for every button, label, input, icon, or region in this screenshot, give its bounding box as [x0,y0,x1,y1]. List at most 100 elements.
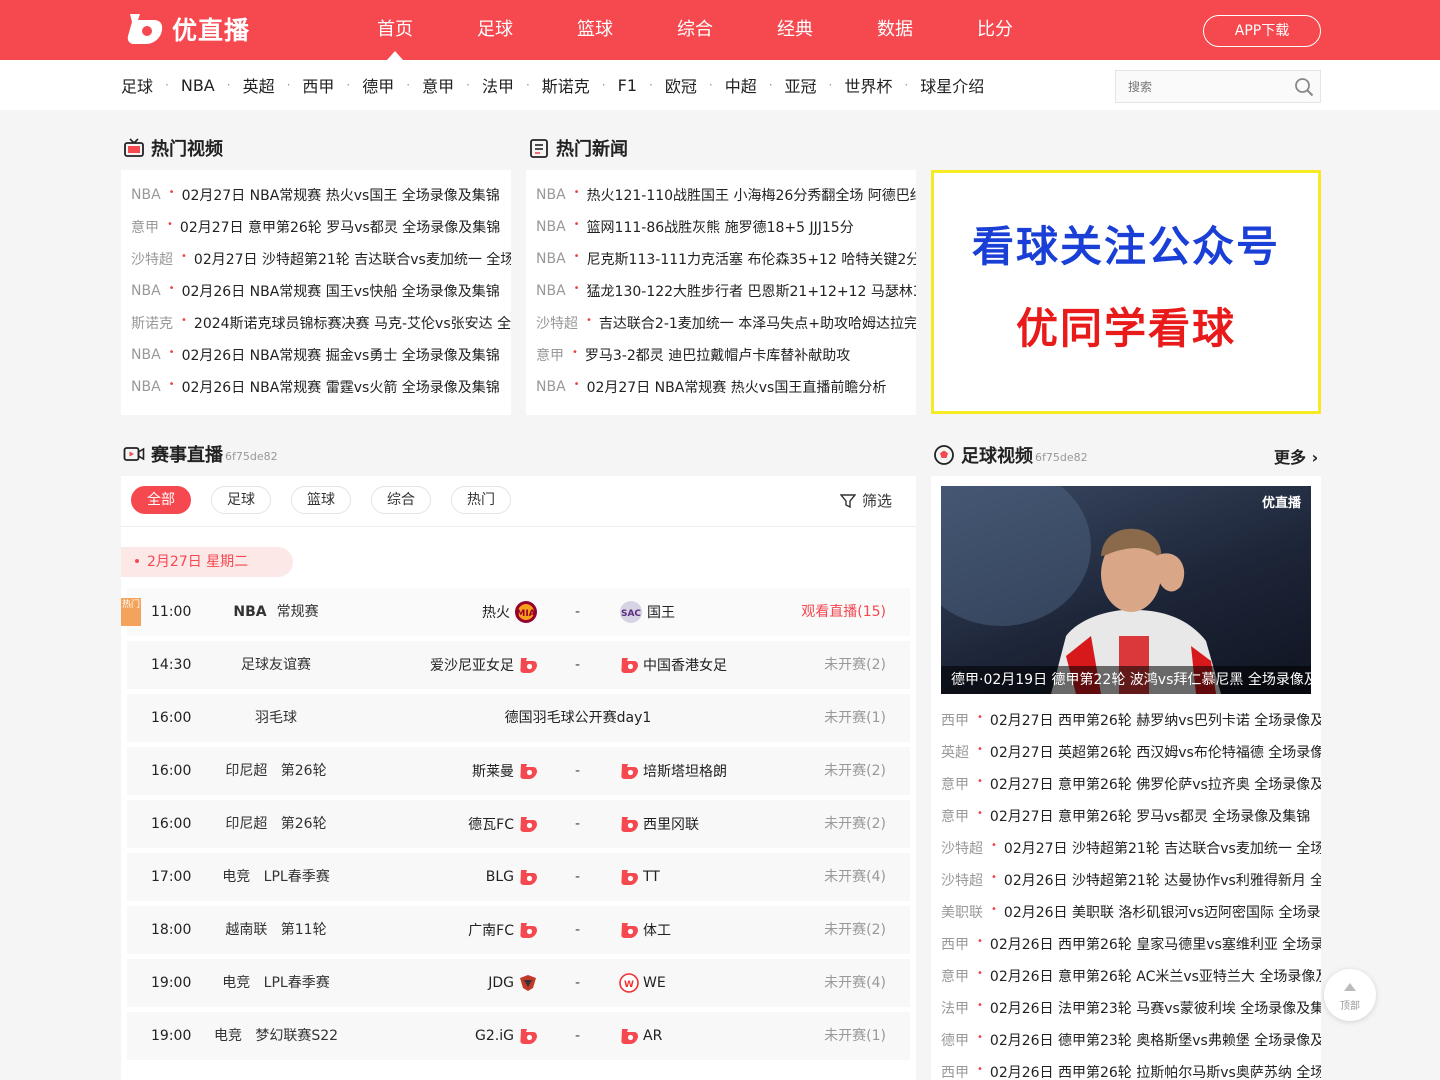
subnav-item[interactable]: NBA [181,76,215,95]
site-logo[interactable]: 优直播 [124,10,250,48]
team-placeholder-icon [520,658,537,673]
filter-general[interactable]: 综合 [371,486,431,514]
nav-football[interactable]: 足球 [445,0,545,60]
match-row[interactable]: 热门 11:00 NBA 常规赛 热火 MIA - SAC 国王 观看直播(15) [121,588,910,636]
list-item[interactable]: 意甲 • 02月27日 意甲第26轮 罗马vs都灵 全场录像及集锦 [931,800,1321,832]
video-watermark: 优直播 [1261,496,1301,511]
home-team: BLG [485,869,514,885]
team-placeholder-icon [621,817,638,832]
subnav-item[interactable]: 德甲 [362,73,394,97]
list-item[interactable]: NBA • 篮网111-86战胜灰熊 施罗德18+5 JJJ15分 [526,211,916,243]
nav-general[interactable]: 综合 [645,0,745,60]
svg-text:MIA: MIA [516,609,535,619]
nav-scores[interactable]: 比分 [945,0,1045,60]
list-item[interactable]: 意甲 • 02月26日 意甲第26轮 AC米兰vs亚特兰大 全场录像及 [931,960,1321,992]
team-placeholder-icon [621,923,638,938]
team-placeholder-icon [520,1029,537,1044]
match-status[interactable]: 未开赛(1) [824,1012,886,1060]
match-row[interactable]: 14:30 足球友谊赛 爱沙尼亚女足 - 中国香港女足 未开赛(2) [127,641,910,689]
back-to-top-button[interactable]: 顶部 [1324,969,1376,1021]
filter-all[interactable]: 全部 [131,486,191,514]
main-nav: 首页 足球 篮球 综合 经典 数据 比分 [345,0,1045,60]
nav-data[interactable]: 数据 [845,0,945,60]
match-status[interactable]: 未开赛(4) [824,959,886,1007]
search-icon[interactable] [1294,77,1314,97]
list-item[interactable]: 沙特超 • 吉达联合2-1麦加统一 本泽马失点+助攻哈姆达拉完 [526,307,916,339]
logo-icon [127,14,163,44]
more-link[interactable]: 更多 › [1274,444,1318,468]
subnav-item[interactable]: 世界杯 [844,73,892,97]
list-item[interactable]: 美职联 • 02月26日 美职联 洛杉矶银河vs迈阿密国际 全场录 [931,896,1321,928]
ad-banner[interactable]: 看球关注公众号 优同学看球 [931,170,1321,414]
we-logo-icon: W [619,973,639,993]
list-item[interactable]: NBA • 尼克斯113-111力克活塞 布伦森35+12 哈特关键2分+1 [526,243,916,275]
match-row[interactable]: 16:00 印尼超 第26轮 德瓦FC - 西里冈联 未开赛(2) [127,800,910,848]
list-item[interactable]: NBA • 热火121-110战胜国王 小海梅26分秀翻全场 阿德巴约 [526,179,916,211]
section-title: 热门视频 [151,139,223,160]
match-status[interactable]: 未开赛(2) [824,747,886,795]
away-team: 培斯塔坦格朗 [643,764,727,780]
list-item[interactable]: NBA • 02月26日 NBA常规赛 国王vs快船 全场录像及集锦 [121,275,511,307]
list-item[interactable]: NBA • 02月27日 NBA常规赛 热火vs国王直播前瞻分析 [526,371,916,403]
section-title: 足球视频 [961,446,1033,467]
match-status[interactable]: 未开赛(2) [824,906,886,954]
subnav-item[interactable]: 足球 [121,73,153,97]
subnav-item[interactable]: 意甲 [422,73,454,97]
list-item[interactable]: 意甲 • 02月27日 意甲第26轮 佛罗伦萨vs拉齐奥 全场录像及 [931,768,1321,800]
match-status[interactable]: 未开赛(1) [824,694,886,742]
nav-home[interactable]: 首页 [345,0,445,60]
subnav-item[interactable]: 英超 [243,73,275,97]
subnav-item[interactable]: 中超 [725,73,757,97]
list-item[interactable]: 意甲 • 罗马3-2都灵 迪巴拉戴帽卢卡库替补献助攻 [526,339,916,371]
subnav-item[interactable]: 球星介绍 [920,73,984,97]
featured-video[interactable]: 优直播 德甲·02月19日 德甲第22轮 波鸿vs拜仁慕尼黑 全场录像及 [941,486,1311,694]
match-row[interactable]: 18:00 越南联 第11轮 广南FC - 体工 未开赛(2) [127,906,910,954]
subnav-item[interactable]: F1 [618,76,637,95]
list-item[interactable]: NBA • 02月27日 NBA常规赛 热火vs国王 全场录像及集锦 [121,179,511,211]
football-video-list: 西甲 • 02月27日 西甲第26轮 赫罗纳vs巴列卡诺 全场录像及 英超 • 02月2… [931,704,1321,1080]
list-item[interactable]: 西甲 • 02月26日 西甲第26轮 拉斯帕尔马斯vs奥萨苏纳 全场 [931,1056,1321,1080]
subnav-item[interactable]: 法甲 [482,73,514,97]
list-item[interactable]: 德甲 • 02月26日 德甲第23轮 奥格斯堡vs弗赖堡 全场录像及 [931,1024,1321,1056]
list-item[interactable]: 沙特超 • 02月26日 沙特超第21轮 达曼协作vs利雅得新月 全 [931,864,1321,896]
app-download-button[interactable]: APP下载 [1203,15,1321,47]
subnav-item[interactable]: 欧冠 [665,73,697,97]
list-item[interactable]: NBA • 02月26日 NBA常规赛 雷霆vs火箭 全场录像及集锦 [121,371,511,403]
home-team: G2.iG [475,1028,514,1044]
match-row[interactable]: 16:00 羽毛球 德国羽毛球公开赛day1 未开赛(1) [127,694,910,742]
match-row[interactable]: 19:00 电竞 梦幻联赛S22 G2.iG - AR 未开赛(1) [127,1012,910,1060]
match-row[interactable]: 16:00 印尼超 第26轮 斯莱曼 - 培斯塔坦格朗 未开赛(2) [127,747,910,795]
list-item[interactable]: 斯诺克 • 2024斯诺克球员锦标赛决赛 马克-艾伦vs张安达 全 [121,307,511,339]
list-item[interactable]: 法甲 • 02月26日 法甲第23轮 马赛vs蒙彼利埃 全场录像及集 [931,992,1321,1024]
filter-basketball[interactable]: 篮球 [291,486,351,514]
list-item[interactable]: 意甲 • 02月27日 意甲第26轮 罗马vs都灵 全场录像及集锦 [121,211,511,243]
filter-button[interactable]: 筛选 [839,490,892,511]
tv-icon [124,138,144,157]
nav-basketball[interactable]: 篮球 [545,0,645,60]
match-status[interactable]: 未开赛(2) [824,641,886,689]
section-title: 热门新闻 [556,139,628,160]
subnav-item[interactable]: 西甲 [302,73,334,97]
news-icon [530,139,548,158]
list-item[interactable]: 英超 • 02月27日 英超第26轮 西汉姆vs布伦特福德 全场录像 [931,736,1321,768]
list-item[interactable]: NBA • 02月26日 NBA常规赛 掘金vs勇士 全场录像及集锦 [121,339,511,371]
hot-news-list: NBA • 热火121-110战胜国王 小海梅26分秀翻全场 阿德巴约 NBA • 篮网… [526,170,916,415]
list-item[interactable]: 沙特超 • 02月27日 沙特超第21轮 吉达联合vs麦加统一 全场 [121,243,511,275]
match-status[interactable]: 未开赛(2) [824,800,886,848]
away-team: 国王 [647,605,675,621]
match-row[interactable]: 19:00 电竞 LPL春季赛 JDG - W WE 未开赛(4) [127,959,910,1007]
subnav-item[interactable]: 亚冠 [785,73,817,97]
watch-live-link[interactable]: 观看直播(15) [801,588,886,636]
search-input[interactable] [1116,71,1286,102]
list-item[interactable]: NBA • 猛龙130-122大胜步行者 巴恩斯21+12+12 马瑟林34+ [526,275,916,307]
match-row[interactable]: 17:00 电竞 LPL春季赛 BLG - TT 未开赛(4) [127,853,910,901]
list-item[interactable]: 西甲 • 02月26日 西甲第26轮 皇家马德里vs塞维利亚 全场录 [931,928,1321,960]
nav-classic[interactable]: 经典 [745,0,845,60]
list-item[interactable]: 沙特超 • 02月27日 沙特超第21轮 吉达联合vs麦加统一 全场 [931,832,1321,864]
subnav-item[interactable]: 斯诺克 [542,73,590,97]
list-item[interactable]: 西甲 • 02月27日 西甲第26轮 赫罗纳vs巴列卡诺 全场录像及 [931,704,1321,736]
home-team: JDG [488,975,514,991]
match-status[interactable]: 未开赛(4) [824,853,886,901]
filter-hot[interactable]: 热门 [451,486,511,514]
filter-football[interactable]: 足球 [211,486,271,514]
